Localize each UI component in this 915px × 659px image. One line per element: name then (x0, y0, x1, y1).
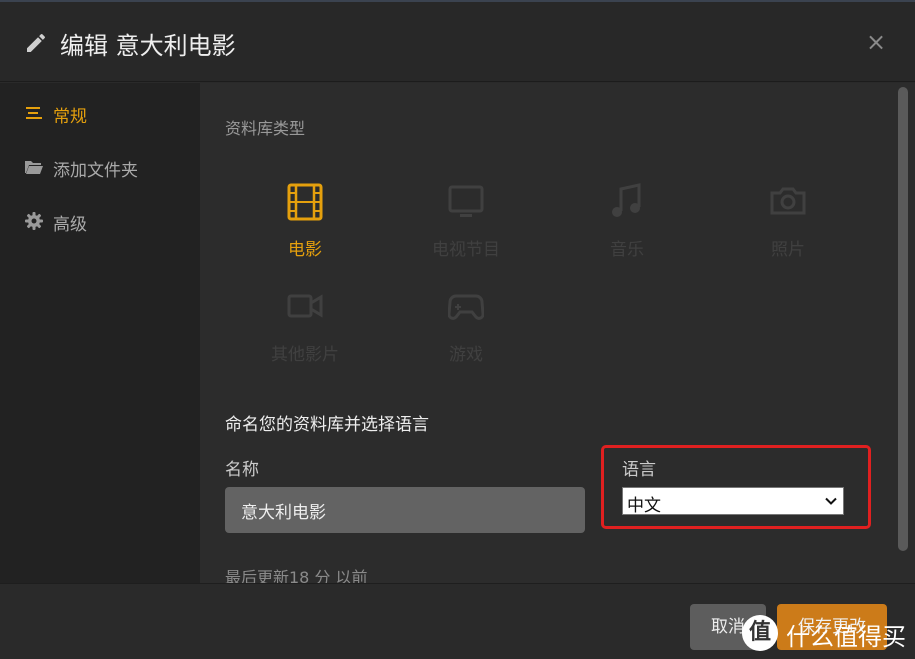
type-label: 电视节目 (432, 240, 500, 260)
dialog-footer: 取消 保存更改 (0, 583, 915, 659)
folder-icon (25, 161, 43, 174)
content-panel: 资料库类型 电影 电视节目 音乐 照片 其他影片 游戏 命名您的资料库并选择语言… (200, 83, 895, 583)
film-icon (287, 183, 323, 221)
chevron-down-icon (825, 497, 837, 505)
language-label: 语言 (622, 460, 656, 480)
library-type-label: 资料库类型 (225, 119, 306, 138)
sidebar-item-advanced[interactable]: 高级 (0, 201, 200, 241)
list-icon (26, 107, 42, 119)
scrollbar-thumb[interactable] (898, 87, 908, 551)
close-icon[interactable]: × (866, 28, 886, 56)
sidebar-item-general[interactable]: 常规 (0, 93, 200, 133)
type-other-videos[interactable]: 其他影片 (245, 288, 365, 388)
dialog-title: 编辑 意大利电影 (60, 32, 236, 60)
dialog-header: 编辑 意大利电影 × (0, 2, 915, 82)
sidebar-item-label: 高级 (53, 215, 87, 235)
name-label: 名称 (225, 460, 259, 480)
type-label: 照片 (771, 240, 805, 260)
cancel-button[interactable]: 取消 (690, 604, 766, 650)
sidebar-item-label: 添加文件夹 (53, 161, 138, 181)
music-icon (612, 183, 641, 217)
type-movie[interactable]: 电影 (245, 183, 365, 283)
name-section-heading: 命名您的资料库并选择语言 (225, 415, 429, 435)
gear-icon (25, 212, 43, 230)
library-name-input[interactable] (225, 487, 585, 533)
tv-icon (448, 185, 484, 217)
save-changes-button[interactable]: 保存更改 (777, 604, 887, 650)
sidebar: 常规 添加文件夹 高级 (0, 83, 200, 583)
type-label: 电影 (288, 240, 322, 260)
pencil-icon (27, 33, 45, 52)
type-label: 其他影片 (271, 345, 339, 365)
language-select[interactable]: 中文 (622, 487, 844, 516)
type-photo[interactable]: 照片 (728, 183, 848, 283)
sidebar-item-add-folder[interactable]: 添加文件夹 (0, 147, 200, 187)
scrollbar[interactable] (895, 83, 915, 583)
video-camera-icon (287, 294, 323, 318)
camera-icon (770, 187, 806, 215)
language-value: 中文 (627, 496, 661, 516)
type-label: 音乐 (610, 240, 644, 260)
last-updated-text: 最后更新18 分 以前 (225, 568, 368, 583)
type-games[interactable]: 游戏 (406, 288, 526, 388)
type-music[interactable]: 音乐 (567, 183, 687, 283)
type-tv[interactable]: 电视节目 (406, 183, 526, 283)
gamepad-icon (448, 294, 484, 320)
sidebar-item-label: 常规 (53, 107, 87, 127)
type-label: 游戏 (449, 345, 483, 365)
